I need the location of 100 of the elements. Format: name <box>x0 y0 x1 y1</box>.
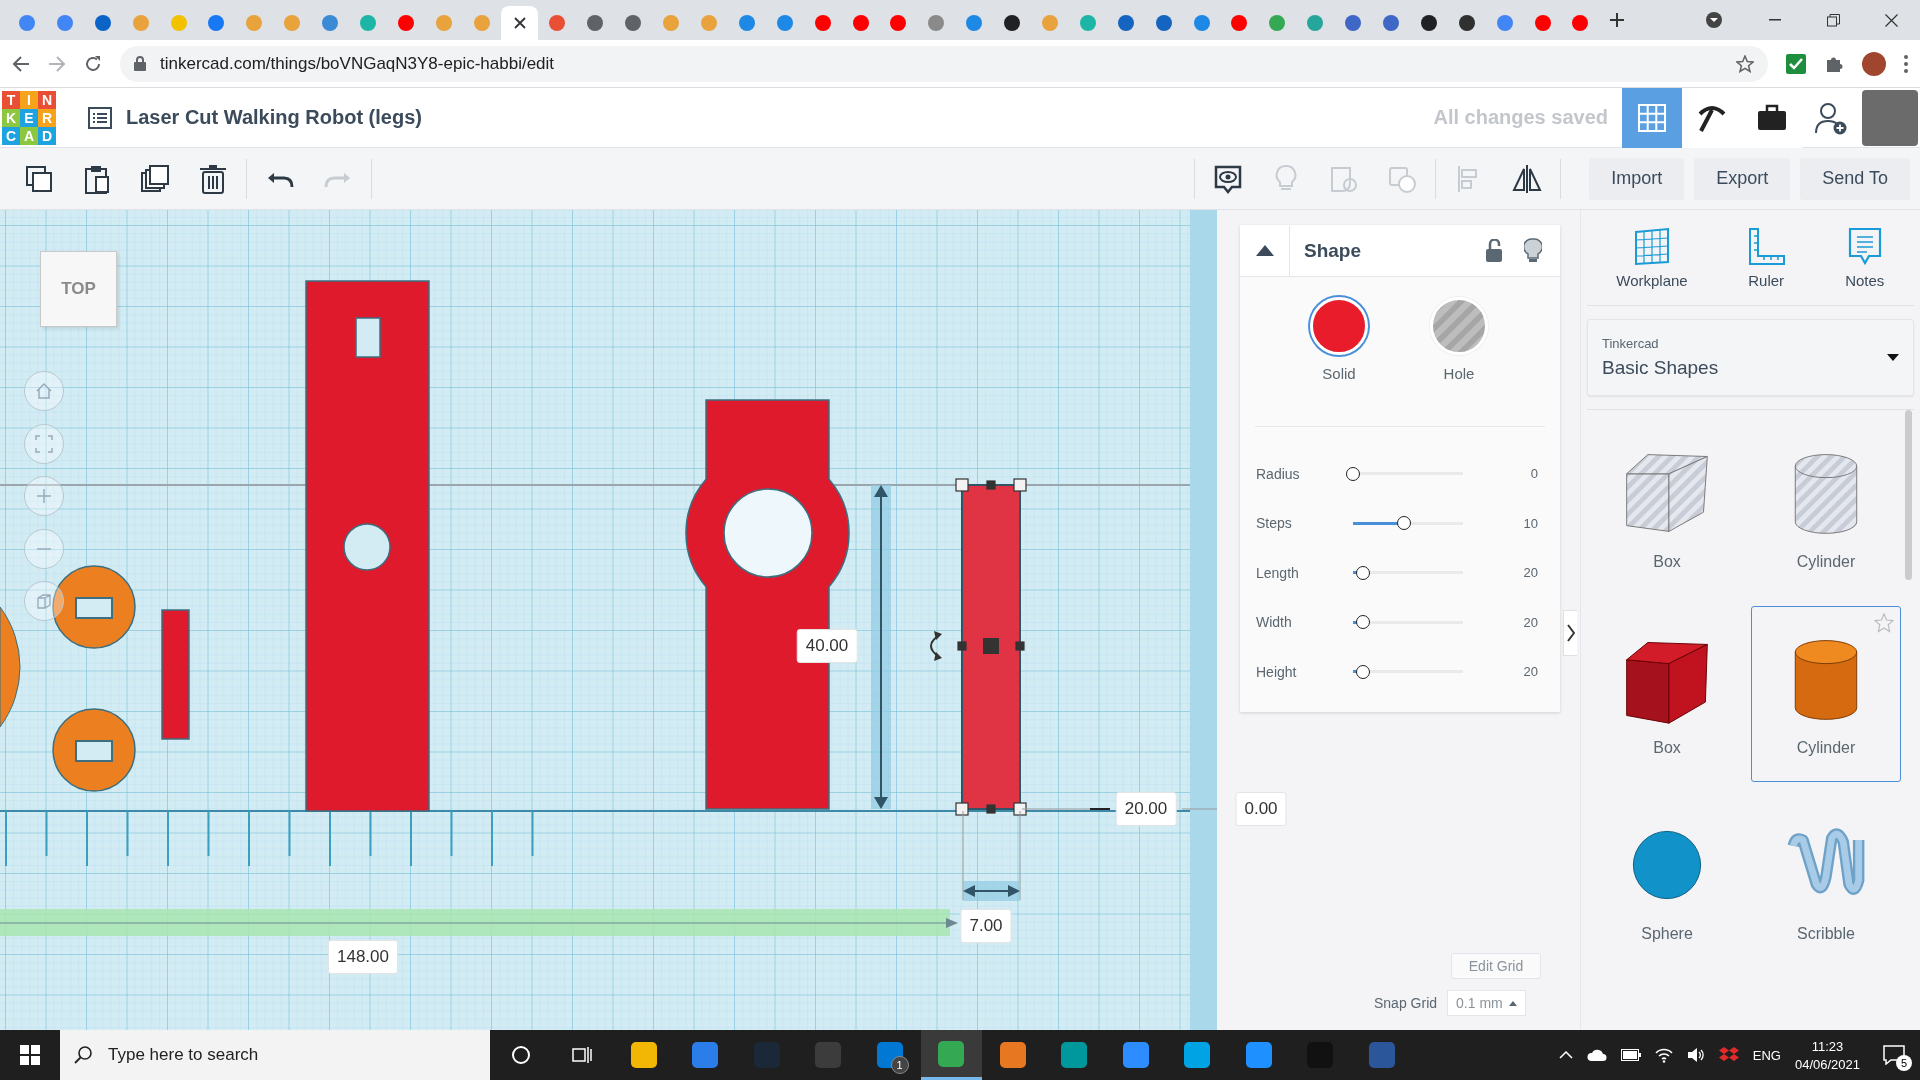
parameter-label: Length <box>1256 564 1300 581</box>
resize-handle[interactable] <box>1013 478 1027 492</box>
shape-tile[interactable]: Box <box>1592 420 1742 596</box>
parameter-value[interactable]: 10 <box>1470 515 1538 531</box>
toolbar-button[interactable]: Import <box>1589 157 1685 200</box>
link-part[interactable] <box>685 399 850 810</box>
taskbar-search-field[interactable]: Type here to search <box>60 1030 490 1080</box>
resize-handle[interactable] <box>1013 802 1027 816</box>
width-dimension-arrow[interactable] <box>962 810 1021 901</box>
dimension-label[interactable]: 0.00 <box>1235 792 1287 826</box>
taskbar-clock[interactable]: 11:23 04/06/2021 <box>1794 1038 1860 1072</box>
chevron-up-icon[interactable] <box>1558 1051 1573 1059</box>
slider-thumb[interactable] <box>1355 615 1370 630</box>
fit-view-icon <box>35 434 53 453</box>
chevron-right-icon <box>1566 624 1575 642</box>
toolbar-button[interactable]: Send To <box>1800 157 1910 200</box>
slotted-disc-part[interactable] <box>52 708 136 792</box>
speech-bubble-icon <box>1883 1045 1905 1065</box>
taskbar-app[interactable]: 1 <box>859 1030 921 1080</box>
resize-handle[interactable] <box>1015 641 1025 651</box>
dimension-label[interactable]: 40.00 <box>796 629 858 663</box>
dimension-label[interactable]: 7.00 <box>960 909 1012 943</box>
parameter-value[interactable]: 20 <box>1470 664 1538 680</box>
shape-tile[interactable]: Cylinder <box>1751 606 1901 782</box>
parameter-value[interactable]: 20 <box>1470 565 1538 581</box>
toolbar-button[interactable]: Export <box>1694 157 1791 200</box>
add-user-icon[interactable] <box>1814 100 1848 135</box>
avatar-photo-placeholder[interactable] <box>1862 89 1918 146</box>
back-icon[interactable] <box>12 54 30 73</box>
workplane-tool[interactable]: Workplane <box>1616 226 1688 289</box>
task-view-icon <box>572 1046 593 1064</box>
shape-tile[interactable]: Box <box>1592 606 1742 782</box>
shape-library-dropdown[interactable]: Tinkercad Basic Shapes <box>1587 319 1914 396</box>
checkbox-extension-icon[interactable] <box>1786 53 1806 74</box>
design-title[interactable]: Laser Cut Walking Robot (legs) <box>126 106 422 129</box>
snap-grid-label: Snap Grid <box>1374 995 1438 1011</box>
shape-tile[interactable]: Scribble <box>1751 792 1901 968</box>
grid-icon <box>1636 101 1668 134</box>
shape-tile[interactable]: Cylinder <box>1751 420 1901 596</box>
minimize-icon[interactable] <box>1769 19 1781 21</box>
notifications-button[interactable]: 5 <box>1874 1035 1914 1075</box>
browser-tab[interactable] <box>500 6 539 40</box>
app-logo[interactable]: T I N K E R C A D <box>2 90 56 145</box>
solid-mode-button[interactable]: Solid <box>1310 297 1368 426</box>
dimension-label[interactable]: 20.00 <box>1115 792 1177 826</box>
speaker-icon[interactable] <box>1686 1047 1705 1063</box>
cloud-icon[interactable] <box>1586 1049 1607 1061</box>
slider-thumb[interactable] <box>1346 466 1360 481</box>
parameter-value[interactable]: 20 <box>1470 614 1538 630</box>
scrollbar[interactable] <box>1905 410 1912 580</box>
wifi-icon[interactable] <box>1654 1047 1673 1063</box>
perspective-button[interactable] <box>24 581 64 621</box>
close-icon[interactable] <box>1884 13 1898 27</box>
search-icon <box>74 1046 92 1064</box>
disc-part[interactable] <box>0 606 21 728</box>
unlocked-padlock-icon[interactable] <box>1486 239 1502 262</box>
slider-thumb[interactable] <box>1355 664 1370 679</box>
language-indicator[interactable]: ENG <box>1752 1047 1781 1063</box>
height-dimension-arrow[interactable] <box>871 485 891 809</box>
list-icon[interactable] <box>88 106 112 129</box>
new-tab-icon[interactable] <box>1609 12 1626 28</box>
center-handle[interactable] <box>983 638 999 654</box>
notes-tool[interactable]: Notes <box>1844 226 1885 289</box>
save-status: All changes saved <box>1433 106 1608 129</box>
taskbar-app[interactable] <box>920 1030 982 1080</box>
avatar-icon[interactable] <box>1862 51 1886 76</box>
dropbox-icon[interactable] <box>1718 1046 1739 1064</box>
parameter-value[interactable]: 0 <box>1470 466 1538 482</box>
expand-panel-button[interactable] <box>1563 610 1577 656</box>
triangle-up-icon <box>1255 245 1274 256</box>
tab-search-icon[interactable] <box>1705 11 1724 29</box>
slotted-disc-part[interactable] <box>52 565 136 649</box>
resize-handle[interactable] <box>957 641 967 651</box>
rotate-icon[interactable] <box>930 631 942 661</box>
resize-handle[interactable] <box>955 478 969 492</box>
slotted-bar-part[interactable] <box>305 280 430 812</box>
star-icon[interactable] <box>1736 54 1754 73</box>
resize-handle[interactable] <box>986 480 996 490</box>
zoom-out-icon <box>35 547 53 550</box>
perspective-icon <box>35 592 53 610</box>
windows-logo-icon <box>20 1045 40 1065</box>
slider-thumb[interactable] <box>1355 565 1370 580</box>
slider-thumb[interactable] <box>1396 516 1411 531</box>
more-icon[interactable] <box>1904 54 1908 73</box>
resize-handle[interactable] <box>986 804 996 814</box>
star-icon[interactable] <box>1874 613 1894 633</box>
parameter-label: Height <box>1256 663 1298 680</box>
resize-handle[interactable] <box>955 802 969 816</box>
reload-icon[interactable] <box>84 54 102 73</box>
ruler-tool[interactable]: Ruler <box>1746 226 1787 289</box>
home-icon <box>35 382 53 400</box>
close-icon[interactable] <box>513 17 526 29</box>
duplicate-icon <box>139 162 171 195</box>
shape-tile[interactable]: Sphere <box>1592 792 1742 968</box>
battery-icon[interactable] <box>1620 1049 1641 1061</box>
dimension-label[interactable]: 148.00 <box>328 940 398 974</box>
restore-icon[interactable] <box>1826 13 1840 27</box>
lightbulb-icon[interactable] <box>1524 237 1542 264</box>
address-bar[interactable]: tinkercad.com/things/boVNGaqN3Y8-epic-habbi/edit <box>120 45 1768 82</box>
hole-mode-button[interactable]: Hole <box>1430 297 1488 426</box>
